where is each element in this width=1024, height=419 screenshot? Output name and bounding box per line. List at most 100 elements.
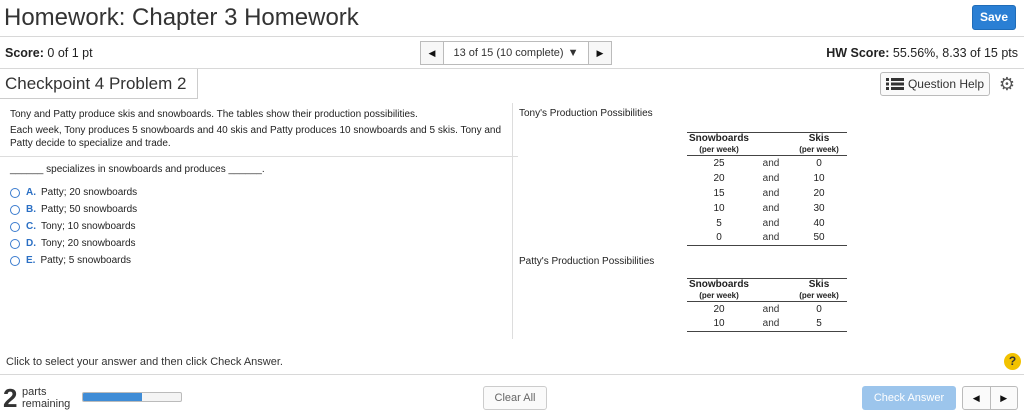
and-cell: and [751, 230, 791, 246]
column-header-label: Snowboards [688, 133, 749, 144]
answer-option-b[interactable]: B. Patty; 50 snowboards [10, 201, 508, 218]
and-cell: and [762, 172, 780, 184]
option-text: Tony; 20 snowboards [41, 238, 136, 249]
option-text: Patty; 5 snowboards [40, 255, 132, 266]
question-help-label: Question Help [907, 77, 985, 91]
skis-cell: 20 [813, 187, 825, 199]
and-cell: and [762, 202, 780, 214]
snowboards-cell: 25 [713, 157, 725, 169]
skis-cell: 30 [813, 202, 825, 214]
column-header: Snowboards [687, 132, 751, 144]
instruction-text: Click to select your answer and then cli… [6, 356, 283, 368]
gear-icon[interactable]: ⚙ [996, 72, 1018, 96]
header: Homework: Chapter 3 Homework Save [0, 0, 1024, 37]
previous-question-button[interactable]: ◀ [420, 41, 444, 65]
and-cell: and [751, 316, 791, 332]
next-question-button[interactable]: ▶ [588, 41, 612, 65]
list-icon [885, 78, 904, 90]
option-letter: D. [26, 238, 36, 249]
hw-score-label: HW Score: [826, 46, 890, 60]
score: Score: 0 of 1 pt [5, 46, 93, 60]
snowboards-cell: 0 [687, 230, 751, 246]
radio-button[interactable] [10, 221, 20, 232]
option-letter: B. [26, 204, 36, 215]
dropdown-caret-icon: ▼ [567, 47, 579, 59]
skis-cell: 5 [791, 316, 847, 332]
snowboards-cell: 5 [716, 217, 722, 229]
progress-fill [83, 393, 142, 401]
score-label: Score: [5, 46, 44, 60]
right-arrow-icon: ▶ [596, 47, 604, 58]
column-header: Snowboards [687, 278, 751, 290]
snowboards-cell: 20 [713, 172, 725, 184]
question-select-value: 13 of 15 (10 complete) [453, 47, 564, 59]
table-row: 25 and 0 [687, 156, 847, 171]
radio-button[interactable] [10, 238, 20, 249]
problem-title: Checkpoint 4 Problem 2 [0, 69, 198, 99]
answer-option-e[interactable]: E. Patty; 5 snowboards [10, 252, 508, 269]
clear-all-button[interactable]: Clear All [483, 386, 547, 410]
snowboards-cell: 10 [687, 316, 751, 332]
table-row: 20 and 10 [687, 171, 847, 186]
table-row: 0 and 50 [687, 230, 847, 246]
radio-button[interactable] [10, 204, 20, 215]
snowboards-cell: 10 [713, 202, 725, 214]
score-value: 0 of 1 pt [47, 46, 93, 60]
option-letter: A. [26, 187, 36, 198]
hw-score-value: 55.56%, 8.33 of 15 pts [892, 46, 1018, 60]
left-arrow-icon: ◀ [972, 392, 980, 403]
help-icon[interactable]: ? [1004, 353, 1021, 370]
table-row: 15 and 20 [687, 186, 847, 201]
save-button[interactable]: Save [972, 5, 1016, 30]
table-row: 20 and 0 [687, 302, 847, 317]
question-details: Each week, Tony produces 5 snowboards an… [10, 125, 502, 149]
column-header-label: Skis [808, 133, 830, 144]
column-subheader: (per week) [687, 144, 751, 156]
column-subheader-label: (per week) [699, 145, 739, 154]
next-part-button[interactable]: ▶ [989, 387, 1018, 409]
score-bar: Score: 0 of 1 pt ◀ 13 of 15 (10 complete… [0, 37, 1024, 69]
skis-cell: 10 [813, 172, 825, 184]
panel-divider [512, 103, 513, 339]
option-letter: E. [26, 255, 36, 266]
answer-option-d[interactable]: D. Tony; 20 snowboards [10, 235, 508, 252]
column-subheader [751, 290, 791, 302]
column-subheader: (per week) [791, 144, 847, 156]
radio-button[interactable] [10, 187, 20, 198]
skis-cell: 40 [813, 217, 825, 229]
and-cell: and [762, 157, 780, 169]
option-letter: C. [26, 221, 36, 232]
previous-part-button[interactable]: ◀ [963, 387, 990, 409]
patty-production-table: Snowboards Skis (per week) (per week) 20… [687, 278, 847, 332]
question-help-button[interactable]: Question Help [880, 72, 990, 96]
tony-table-title: Tony's Production Possibilities [519, 108, 653, 119]
skis-cell: 0 [816, 157, 822, 169]
column-header: Skis [791, 278, 847, 290]
column-subheader: (per week) [687, 290, 751, 302]
and-cell: and [762, 303, 780, 315]
parts-remaining-count: 2 [3, 383, 18, 413]
table-row: 5 and 40 [687, 216, 847, 231]
radio-button[interactable] [10, 255, 20, 266]
check-answer-button[interactable]: Check Answer [862, 386, 956, 410]
column-header-label: Snowboards [688, 279, 749, 290]
tables-panel: Tony's Production Possibilities Snowboar… [519, 108, 859, 332]
skis-cell: 50 [791, 230, 847, 246]
skis-cell: 0 [816, 303, 822, 315]
column-header [751, 278, 791, 290]
left-arrow-icon: ◀ [428, 47, 436, 58]
snowboards-cell: 20 [713, 303, 725, 315]
and-cell: and [762, 217, 780, 229]
question-select[interactable]: 13 of 15 (10 complete) ▼ [444, 41, 588, 65]
patty-table-title: Patty's Production Possibilities [519, 256, 655, 267]
column-subheader [751, 144, 791, 156]
answer-option-a[interactable]: A. Patty; 20 snowboards [10, 184, 508, 201]
column-subheader-label: (per week) [799, 145, 839, 154]
parts-label-line1: parts [22, 386, 47, 398]
homework-title: Homework: Chapter 3 Homework [4, 4, 359, 31]
part-pager: ◀ ▶ [962, 386, 1018, 410]
answer-option-c[interactable]: C. Tony; 10 snowboards [10, 218, 508, 235]
tony-production-table: Snowboards Skis (per week) (per week) 25… [687, 132, 847, 246]
option-text: Tony; 10 snowboards [41, 221, 136, 232]
and-cell: and [762, 187, 780, 199]
